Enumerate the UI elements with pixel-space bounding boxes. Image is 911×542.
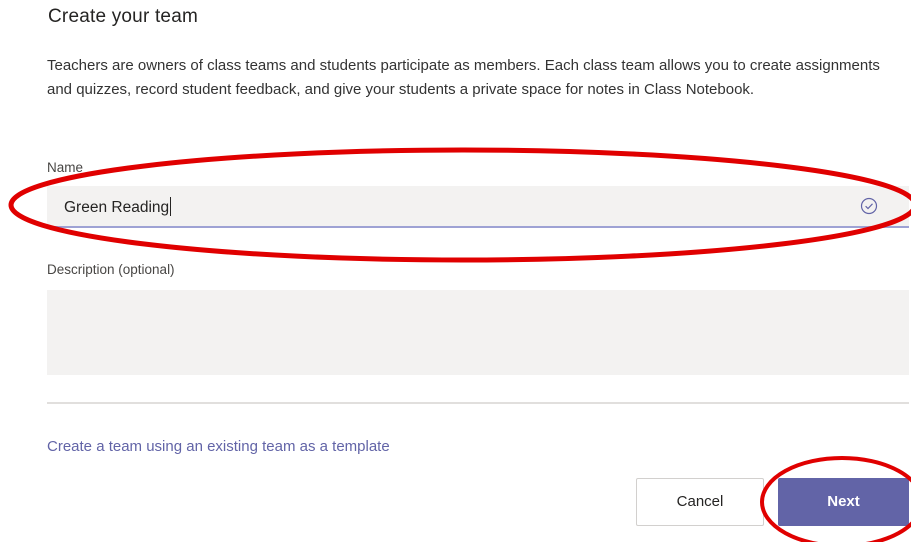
text-caret: [170, 197, 172, 216]
create-team-dialog: Create your team Teachers are owners of …: [0, 0, 911, 542]
cancel-button[interactable]: Cancel: [636, 478, 764, 526]
description-input[interactable]: [47, 290, 909, 375]
next-button[interactable]: Next: [778, 478, 909, 526]
divider: [47, 402, 909, 404]
intro-text: Teachers are owners of class teams and s…: [47, 57, 880, 98]
name-label: Name: [47, 160, 84, 175]
template-link[interactable]: Create a team using an existing team as …: [47, 438, 390, 455]
name-input[interactable]: Green Reading: [47, 186, 909, 228]
description-label: Description (optional): [47, 262, 175, 277]
check-circle-icon: [860, 197, 878, 215]
page-title: Create your team: [48, 6, 198, 27]
name-input-value: Green Reading: [64, 197, 172, 216]
